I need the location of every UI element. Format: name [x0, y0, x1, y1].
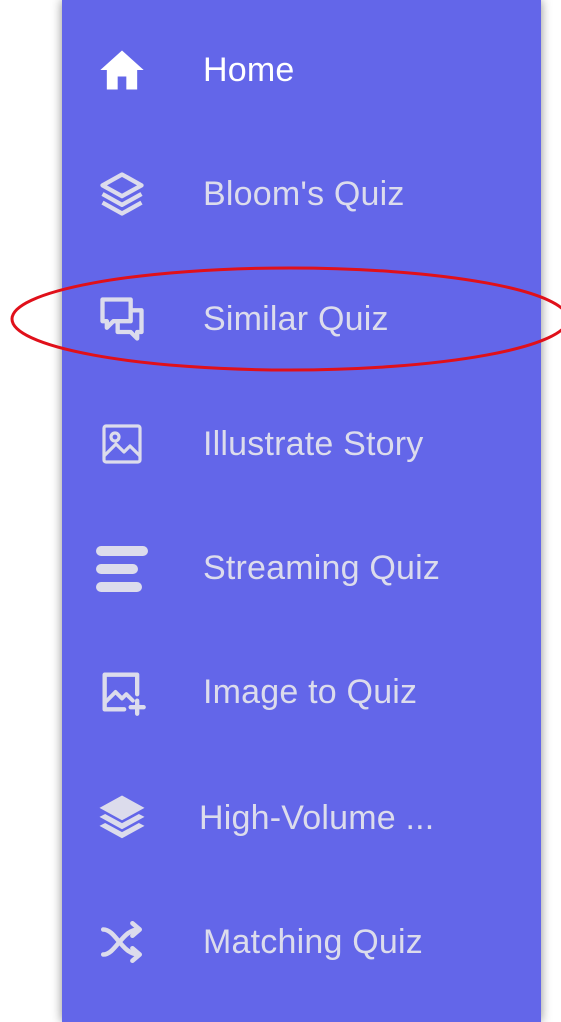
sidebar-item-home[interactable]: Home — [62, 34, 541, 106]
sidebar-nav: Home Bloom's Quiz Similar Quiz Illustrat… — [62, 0, 541, 1022]
sidebar-item-label: Similar Quiz — [203, 300, 389, 338]
sidebar-item-label: Streaming Quiz — [203, 549, 441, 587]
home-icon — [92, 42, 152, 98]
sidebar-item-illustrate-story[interactable]: Illustrate Story — [62, 408, 541, 480]
sidebar-item-blooms-quiz[interactable]: Bloom's Quiz — [62, 158, 541, 230]
sidebar-item-label: Illustrate Story — [203, 425, 424, 463]
sidebar-item-similar-quiz[interactable]: Similar Quiz — [62, 283, 541, 355]
sidebar-item-label: High-Volume ... — [199, 799, 435, 837]
align-left-icon — [92, 540, 152, 596]
sidebar-item-image-to-quiz[interactable]: Image to Quiz — [62, 656, 541, 728]
chat-bubbles-icon — [92, 291, 152, 347]
shuffle-icon — [92, 914, 152, 970]
sidebar-item-label: Bloom's Quiz — [203, 175, 405, 213]
sidebar-item-label: Home — [203, 51, 295, 89]
layers-outline-icon — [92, 166, 152, 222]
sidebar-item-high-volume[interactable]: High-Volume ... — [62, 782, 541, 854]
layers-filled-icon — [92, 790, 152, 846]
image-icon — [92, 416, 152, 472]
image-add-icon — [92, 664, 152, 720]
sidebar-item-matching-quiz[interactable]: Matching Quiz — [62, 906, 541, 978]
sidebar-item-label: Matching Quiz — [203, 923, 423, 961]
sidebar-item-streaming-quiz[interactable]: Streaming Quiz — [62, 532, 541, 604]
sidebar-item-label: Image to Quiz — [203, 673, 418, 711]
